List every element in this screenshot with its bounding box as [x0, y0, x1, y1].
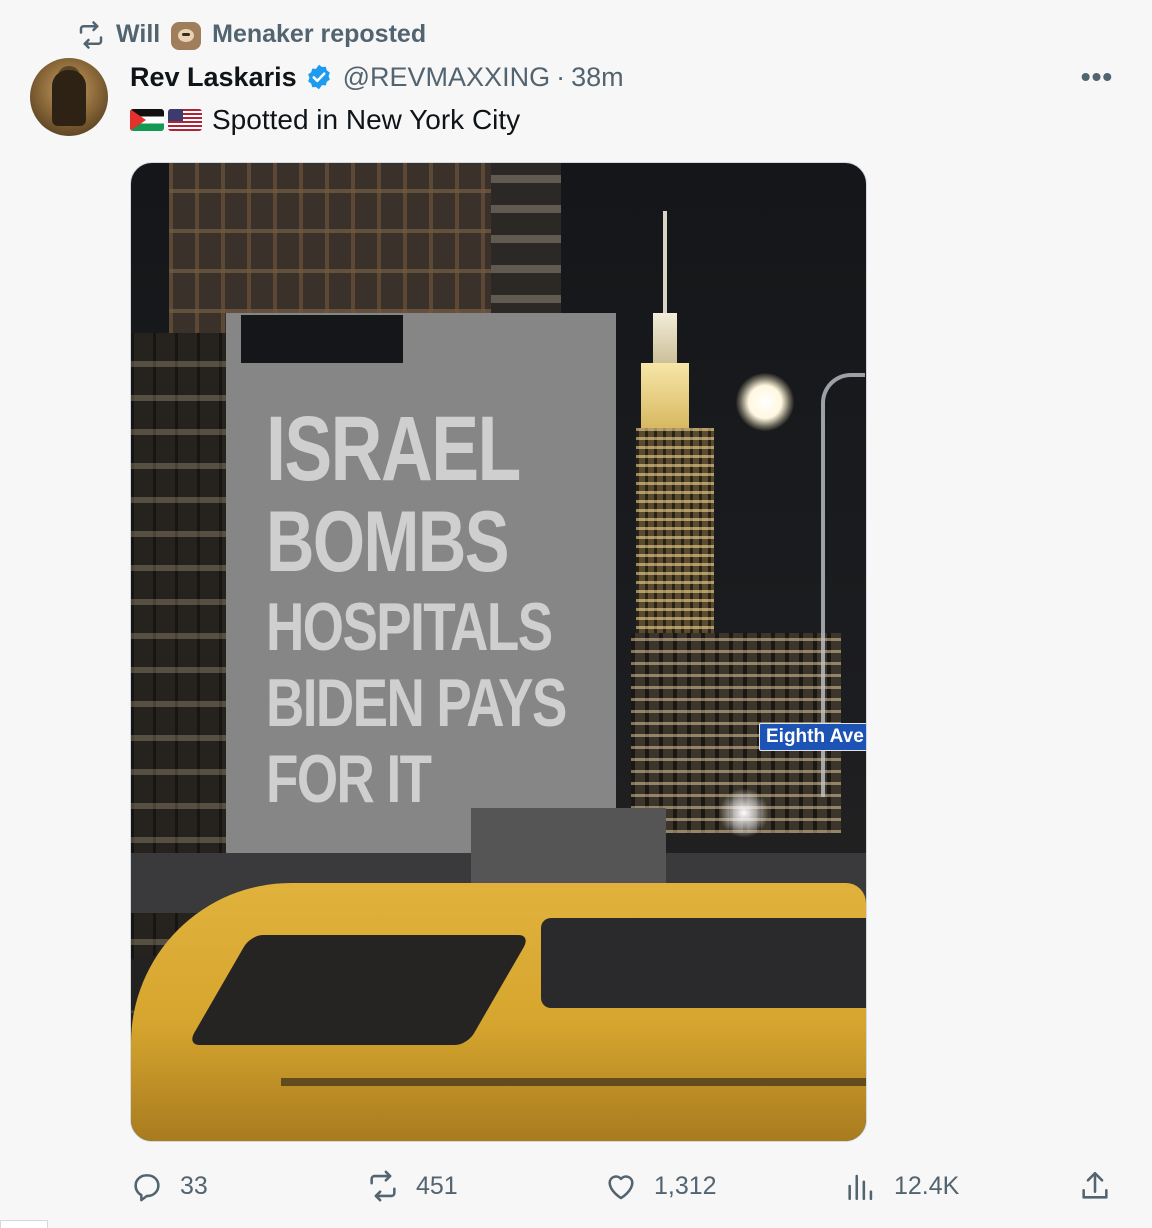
tweet-header: Rev Laskaris @REVMAXXING · 38m	[130, 58, 624, 96]
like-count: 1,312	[654, 1171, 717, 1200]
empire-state-top	[653, 313, 677, 368]
avatar[interactable]	[30, 58, 108, 136]
like-button[interactable]: 1,312	[604, 1166, 717, 1206]
street-sign: Eighth Ave	[759, 723, 866, 751]
reply-button[interactable]: 33	[130, 1166, 208, 1206]
us-flag-icon	[168, 109, 202, 131]
sloth-emoji-icon	[171, 21, 202, 50]
palestine-flag-icon	[130, 109, 164, 131]
tweet-media-image[interactable]: ISRAEL BOMBS HOSPITALS BIDEN PAYS FOR IT…	[130, 162, 867, 1142]
handle[interactable]: @REVMAXXING	[343, 62, 550, 93]
analytics-icon	[848, 1174, 873, 1201]
heart-icon	[608, 1175, 634, 1200]
tweet-text: Spotted in New York City	[130, 100, 520, 140]
timestamp[interactable]: 38m	[571, 62, 624, 93]
billboard-line-5: FOR IT	[266, 741, 432, 817]
billboard-line-1: ISRAEL	[266, 398, 521, 500]
repost-context[interactable]: Will Menaker reposted	[76, 18, 426, 52]
billboard-line-3: HOSPITALS	[266, 589, 553, 665]
share-button[interactable]	[1078, 1166, 1112, 1206]
traffic-light-glow	[719, 788, 769, 838]
more-icon: •••	[1080, 61, 1114, 92]
billboard-line-2: BOMBS	[266, 494, 509, 590]
taxi-window-rear	[541, 918, 866, 1008]
share-icon	[1082, 1171, 1108, 1199]
billboard-text: ISRAEL BOMBS HOSPITALS BIDEN PAYS FOR IT	[266, 398, 567, 817]
display-name[interactable]: Rev Laskaris	[130, 62, 297, 93]
repost-icon	[79, 21, 103, 49]
tweet[interactable]: Will Menaker reposted Rev Laskaris @REVM…	[0, 0, 1152, 1228]
more-options-button[interactable]: •••	[1076, 58, 1118, 96]
repost-button[interactable]: 451	[366, 1166, 458, 1206]
views-button[interactable]: 12.4K	[844, 1166, 959, 1206]
reposter-name-end[interactable]: Menaker reposted	[212, 20, 426, 48]
repost-icon	[370, 1170, 396, 1202]
empire-state-crown	[641, 363, 689, 433]
views-count: 12.4K	[894, 1171, 960, 1200]
reposter-name-start[interactable]: Will	[116, 20, 160, 48]
taxi-stripe	[281, 1078, 866, 1086]
reply-count: 33	[180, 1171, 208, 1200]
billboard-line-4: BIDEN PAYS	[266, 665, 567, 741]
verified-badge-icon	[307, 64, 330, 90]
empire-state-spire	[663, 211, 667, 321]
reply-icon	[134, 1174, 160, 1202]
street-lamp-glow	[736, 373, 794, 431]
tweet-actions: 33 451 1,312 12.4K	[130, 1166, 1120, 1206]
wall-notch	[241, 315, 403, 363]
repost-count: 451	[416, 1171, 458, 1200]
tweet-text-content: Spotted in New York City	[212, 104, 521, 135]
separator-dot: ·	[556, 61, 566, 92]
